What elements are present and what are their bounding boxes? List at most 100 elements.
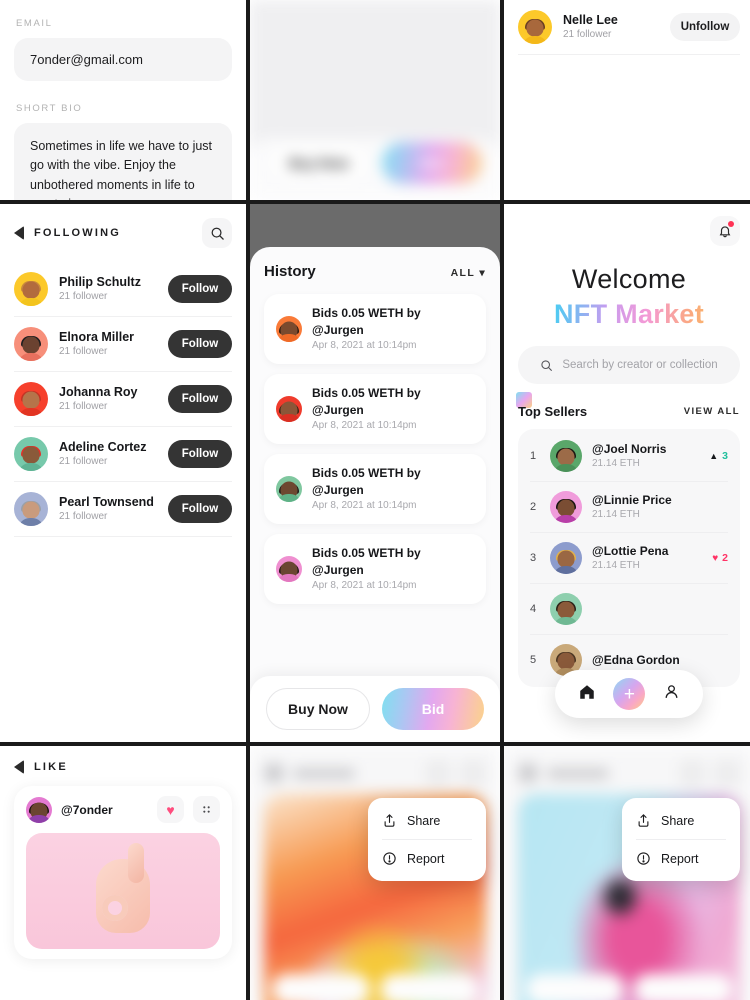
email-label: EMAIL bbox=[16, 18, 53, 29]
list-item[interactable]: Pearl Townsend 21 follower Follow bbox=[14, 482, 232, 536]
follow-button[interactable]: Follow bbox=[168, 330, 232, 358]
user-handle: @7onder bbox=[61, 802, 113, 817]
ok-hand-illustration bbox=[96, 842, 150, 933]
bid-button[interactable]: Bid bbox=[382, 142, 482, 184]
buy-now-button[interactable]: Buy Now bbox=[266, 688, 370, 730]
follow-button[interactable]: Follow bbox=[168, 275, 232, 303]
market-topbar bbox=[518, 216, 740, 246]
plus-icon[interactable]: + bbox=[613, 678, 646, 710]
bid-meta: Bids 0.05 WETH by @Jurgen Apr 8, 2021 at… bbox=[312, 465, 474, 513]
search-input[interactable]: Search by creator or collection bbox=[518, 346, 740, 384]
heart-glyph: ♥ bbox=[166, 801, 175, 818]
list-item[interactable]: Bids 0.05 WETH by @Jurgen Apr 8, 2021 at… bbox=[264, 294, 486, 365]
context-menu: Share Report bbox=[368, 798, 486, 881]
seller-meta: @Joel Norris 21.14 ETH bbox=[592, 441, 666, 471]
follower-count: 21 follower bbox=[59, 291, 108, 303]
history-filter-dropdown[interactable]: ALL ▾ bbox=[451, 267, 486, 279]
list-item[interactable]: Nelle Lee 21 follower Unfollow bbox=[518, 0, 740, 54]
avatar bbox=[14, 382, 48, 416]
follower-count: 21 follower bbox=[59, 401, 108, 413]
notification-dot bbox=[728, 221, 734, 227]
bid-time: Apr 8, 2021 at 10:14pm bbox=[312, 339, 417, 351]
follow-button[interactable]: Follow bbox=[168, 385, 232, 413]
table-row[interactable]: 3 @Lottie Pena 21.14 ETH ♥ 2 bbox=[530, 533, 728, 583]
menu-item-report[interactable]: Report bbox=[622, 840, 740, 877]
user-name: Nelle Lee bbox=[563, 12, 618, 27]
like-card: @7onder ♥ bbox=[14, 786, 232, 959]
avatar bbox=[550, 593, 582, 625]
buy-now-button[interactable]: Buy Now bbox=[268, 142, 370, 184]
back-arrow-icon[interactable] bbox=[14, 226, 24, 240]
chevron-down-icon: ▾ bbox=[479, 267, 486, 279]
user-name: Pearl Townsend bbox=[59, 494, 154, 509]
panel-profile-form: EMAIL 7onder@gmail.com SHORT BIO Sometim… bbox=[0, 0, 246, 200]
user-meta: Adeline Cortez 21 follower bbox=[59, 439, 157, 470]
seller-meta: @Linnie Price 21.14 ETH bbox=[592, 492, 672, 522]
home-icon[interactable] bbox=[578, 683, 596, 706]
menu-item-share[interactable]: Share bbox=[368, 802, 486, 839]
follower-count: 21 follower bbox=[59, 511, 108, 523]
top-sellers-header: Top Sellers VIEW ALL bbox=[516, 392, 740, 419]
bid-meta: Bids 0.05 WETH by @Jurgen Apr 8, 2021 at… bbox=[312, 385, 474, 433]
person-icon[interactable] bbox=[663, 683, 680, 705]
report-exclamation-icon bbox=[383, 852, 396, 865]
rank: 2 bbox=[530, 501, 537, 513]
rank: 1 bbox=[530, 450, 537, 462]
list-item[interactable]: Bids 0.05 WETH by @Jurgen Apr 8, 2021 at… bbox=[264, 534, 486, 605]
more-dots-icon[interactable] bbox=[193, 796, 220, 823]
history-filter-label: ALL bbox=[450, 267, 475, 279]
bid-time: Apr 8, 2021 at 10:14pm bbox=[312, 499, 417, 511]
email-field[interactable]: 7onder@gmail.com bbox=[14, 38, 232, 81]
list-item[interactable]: Philip Schultz 21 follower Follow bbox=[14, 262, 232, 316]
share-upload-icon bbox=[384, 814, 395, 827]
heart-icon[interactable]: ♥ bbox=[157, 796, 184, 823]
like-card-header: @7onder ♥ bbox=[26, 796, 220, 823]
avatar bbox=[276, 556, 302, 583]
user-meta: Johanna Roy 21 follower bbox=[59, 384, 157, 415]
short-bio-field[interactable]: Sometimes in life we have to just go wit… bbox=[14, 123, 232, 200]
blurred-header bbox=[518, 760, 740, 786]
view-all-button[interactable]: VIEW ALL bbox=[684, 406, 740, 417]
top-sellers-list: 1 @Joel Norris 21.14 ETH ▲ 3 2 @Linnie P… bbox=[518, 429, 740, 687]
search-icon[interactable] bbox=[202, 218, 232, 248]
divider bbox=[518, 54, 740, 55]
table-row[interactable]: 1 @Joel Norris 21.14 ETH ▲ 3 bbox=[530, 431, 728, 481]
avatar bbox=[276, 396, 302, 423]
panel-share-menu-orange: Share Report bbox=[250, 746, 500, 1000]
back-arrow-icon[interactable] bbox=[14, 760, 24, 774]
list-item[interactable]: Bids 0.05 WETH by @Jurgen Apr 8, 2021 at… bbox=[264, 374, 486, 445]
seller-name: @Linnie Price bbox=[592, 492, 672, 507]
eth-diamond-icon: ▲ bbox=[709, 451, 719, 461]
user-name: Johanna Roy bbox=[59, 384, 138, 399]
follow-button[interactable]: Follow bbox=[168, 440, 232, 468]
context-menu: Share Report bbox=[622, 798, 740, 881]
panel-history-modal: History ALL ▾ Bids 0.05 WETH by @Jurgen … bbox=[250, 204, 500, 742]
rank: 4 bbox=[530, 603, 537, 615]
heart-icon bbox=[679, 760, 705, 786]
list-item[interactable]: Elnora Miller 21 follower Follow bbox=[14, 317, 232, 371]
avatar bbox=[264, 763, 284, 783]
table-row[interactable]: 2 @Linnie Price 21.14 ETH bbox=[530, 482, 728, 532]
table-row[interactable]: 4 bbox=[530, 584, 728, 634]
list-item[interactable]: Bids 0.05 WETH by @Jurgen Apr 8, 2021 at… bbox=[264, 454, 486, 525]
menu-item-report[interactable]: Report bbox=[368, 840, 486, 877]
follow-button[interactable]: Follow bbox=[168, 495, 232, 523]
search-placeholder: Search by creator or collection bbox=[562, 359, 718, 371]
panel-following: FOLLOWING Philip Schultz 21 follower Fol… bbox=[0, 204, 246, 742]
action-row: Buy Now Bid bbox=[268, 142, 482, 184]
unfollow-button[interactable]: Unfollow bbox=[670, 13, 740, 41]
bid-text: Bids 0.05 WETH by @Jurgen bbox=[312, 466, 421, 497]
bid-meta: Bids 0.05 WETH by @Jurgen Apr 8, 2021 at… bbox=[312, 545, 474, 593]
list-item[interactable]: Johanna Roy 21 follower Follow bbox=[14, 372, 232, 426]
menu-item-label: Share bbox=[407, 813, 441, 828]
menu-item-share[interactable]: Share bbox=[622, 802, 740, 839]
bid-button[interactable]: Bid bbox=[382, 688, 484, 730]
avatar bbox=[14, 327, 48, 361]
list-item[interactable]: Adeline Cortez 21 follower Follow bbox=[14, 427, 232, 481]
avatar bbox=[550, 440, 582, 472]
top-sellers-title: Top Sellers bbox=[518, 404, 588, 419]
user-name: Adeline Cortez bbox=[59, 439, 147, 454]
bell-icon[interactable] bbox=[710, 216, 740, 246]
seller-name: @Lottie Pena bbox=[592, 543, 669, 558]
nft-artwork[interactable] bbox=[26, 833, 220, 949]
